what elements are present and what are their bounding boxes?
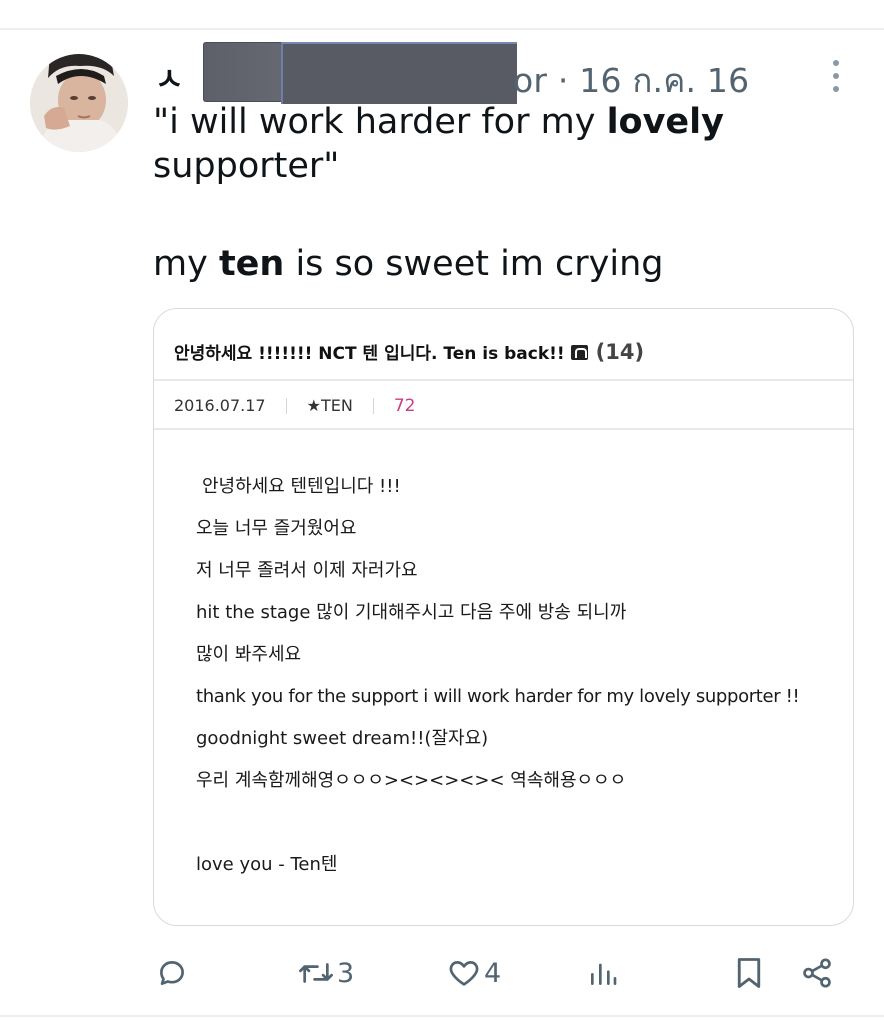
bookmark-icon xyxy=(737,958,761,988)
post-date: 2016.07.17 xyxy=(174,396,266,415)
retweet-button[interactable]: 3 xyxy=(297,948,354,998)
post-divider xyxy=(154,428,853,430)
attached-image[interactable]: 안녕하세요 !!!!!!! NCT 텐 입니다. Ten is back!! (1… xyxy=(153,308,854,926)
post-line: 안녕하세요 텐텐입니다 !!! xyxy=(202,476,401,497)
like-button[interactable]: 4 xyxy=(446,948,501,998)
reply-button[interactable] xyxy=(155,948,189,998)
reply-icon xyxy=(160,961,184,985)
bookmark-button[interactable] xyxy=(734,948,764,998)
post-body: 안녕하세요 텐텐입니다 !!! 오늘 너무 즐거웠어요 저 너무 졸려서 이제 … xyxy=(196,475,846,895)
post-author: ★TEN xyxy=(306,396,353,415)
heart-icon xyxy=(449,961,479,986)
post-line: love you - Ten텐 xyxy=(196,854,338,875)
top-divider xyxy=(0,28,884,30)
more-dots-icon xyxy=(833,60,839,66)
post-views: 72 xyxy=(393,396,416,416)
views-button[interactable] xyxy=(587,948,619,998)
share-button[interactable] xyxy=(800,948,834,998)
post-meta: 2016.07.17 ★TEN 72 xyxy=(174,396,415,416)
post-line: 우리 계속함께해영ㅇㅇㅇ><><><>< 역속해용ㅇㅇㅇ xyxy=(196,770,627,791)
tweet-date[interactable]: 16 ก.ค. 16 xyxy=(579,61,749,100)
handle-fragment[interactable]: or xyxy=(513,61,547,100)
like-count: 4 xyxy=(484,957,502,989)
share-icon xyxy=(803,958,831,988)
author-avatar[interactable] xyxy=(30,54,128,152)
redaction-box xyxy=(203,42,517,104)
post-line: 저 너무 졸려서 이제 자러가요 xyxy=(196,560,418,581)
post-line: goodnight sweet dream!!(잘자요) xyxy=(196,728,489,749)
new-badge-icon xyxy=(570,345,588,360)
separator-dot: · xyxy=(557,61,569,100)
post-line: 많이 봐주세요 xyxy=(196,644,302,665)
more-options-button[interactable] xyxy=(825,56,847,96)
bar-chart-icon xyxy=(591,963,617,985)
tweet-actions: 3 4 xyxy=(0,948,884,998)
tweet-line-2: supporter" xyxy=(153,146,340,186)
retweet-count: 3 xyxy=(337,957,355,989)
post-line: thank you for the support i will work ha… xyxy=(196,686,800,707)
post-line: hit the stage 많이 기대해주시고 다음 주에 방송 되니까 xyxy=(196,602,627,623)
retweet-icon xyxy=(299,963,333,983)
tweet-line-3: my ten is so sweet im crying xyxy=(153,244,664,284)
tweet-line-1: "i will work harder for my lovely xyxy=(153,102,724,142)
post-line: 오늘 너무 즐거웠어요 xyxy=(196,518,357,539)
comment-count: (14) xyxy=(595,340,645,364)
post-title: 안녕하세요 !!!!!!! NCT 텐 입니다. Ten is back!! (1… xyxy=(174,340,645,364)
post-line xyxy=(196,811,846,853)
tweet-header: ㅅ or · 16 ก.ค. 16 xyxy=(155,42,835,104)
tweet-text: "i will work harder for my lovely suppor… xyxy=(153,100,843,286)
post-divider xyxy=(154,379,853,381)
bottom-divider xyxy=(0,1015,884,1017)
author-name[interactable]: ㅅ xyxy=(155,54,184,99)
